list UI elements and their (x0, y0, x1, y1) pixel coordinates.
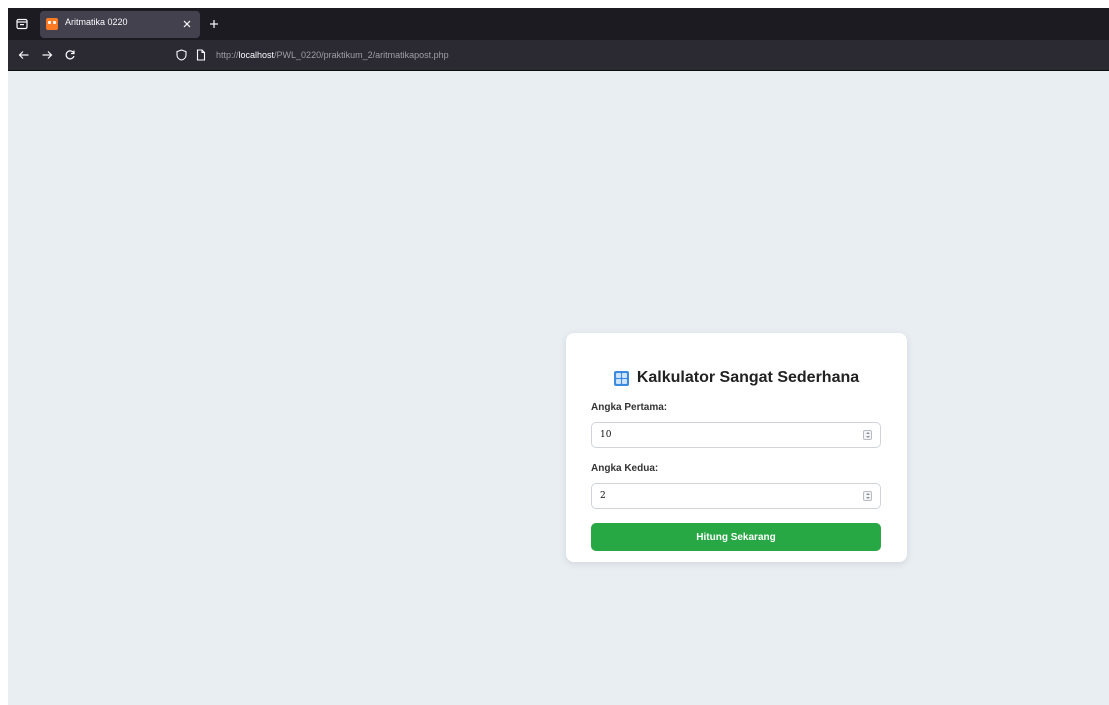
page-title: Kalkulator Sangat Sederhana (636, 369, 860, 386)
new-tab-button[interactable] (204, 14, 224, 34)
first-number-label: Angka Pertama: (591, 402, 668, 413)
arrow-left-icon (18, 51, 29, 59)
browser-window: Aritmatika 0220 http://localhost/PWL_022… (8, 8, 1109, 705)
calculate-button[interactable]: Hitung Sekarang (591, 523, 881, 551)
second-number-field[interactable] (591, 483, 881, 509)
second-number-label: Angka Kedua: (591, 463, 659, 474)
first-number-input[interactable] (592, 423, 868, 447)
page-viewport: Kalkulator Sangat Sederhana Angka Pertam… (8, 71, 1109, 705)
url-host: localhost (238, 50, 275, 60)
address-bar[interactable]: http://localhost/PWL_0220/praktikum_2/ar… (168, 44, 1048, 66)
spinner-icon[interactable] (863, 430, 872, 440)
tab-aritmatika[interactable]: Aritmatika 0220 (40, 11, 200, 38)
forward-button[interactable] (37, 45, 57, 65)
url-scheme: http:// (216, 50, 239, 60)
first-number-field[interactable] (591, 422, 881, 448)
tab-strip: Aritmatika 0220 (8, 8, 1109, 40)
page-icon[interactable] (192, 46, 210, 64)
second-number-input[interactable] (592, 484, 868, 508)
reload-button[interactable] (60, 45, 80, 65)
close-icon[interactable] (180, 17, 194, 31)
card-heading: Kalkulator Sangat Sederhana (591, 366, 882, 390)
tab-title: Aritmatika 0220 (65, 17, 128, 27)
url-path: /PWL_0220/praktikum_2/aritmatikapost.php (274, 50, 449, 60)
spinner-icon[interactable] (863, 491, 872, 501)
arrow-right-icon (42, 51, 53, 59)
calculator-icon (613, 370, 629, 386)
tab-overview-icon[interactable] (10, 12, 34, 36)
shield-icon[interactable] (172, 46, 190, 64)
reload-icon (65, 50, 75, 60)
plus-icon (210, 20, 218, 28)
calculator-card: Kalkulator Sangat Sederhana Angka Pertam… (566, 333, 907, 562)
navigation-bar: http://localhost/PWL_0220/praktikum_2/ar… (8, 40, 1109, 71)
xampp-favicon-icon (46, 18, 58, 30)
back-button[interactable] (14, 45, 34, 65)
url-text[interactable]: http://localhost/PWL_0220/praktikum_2/ar… (216, 50, 449, 60)
